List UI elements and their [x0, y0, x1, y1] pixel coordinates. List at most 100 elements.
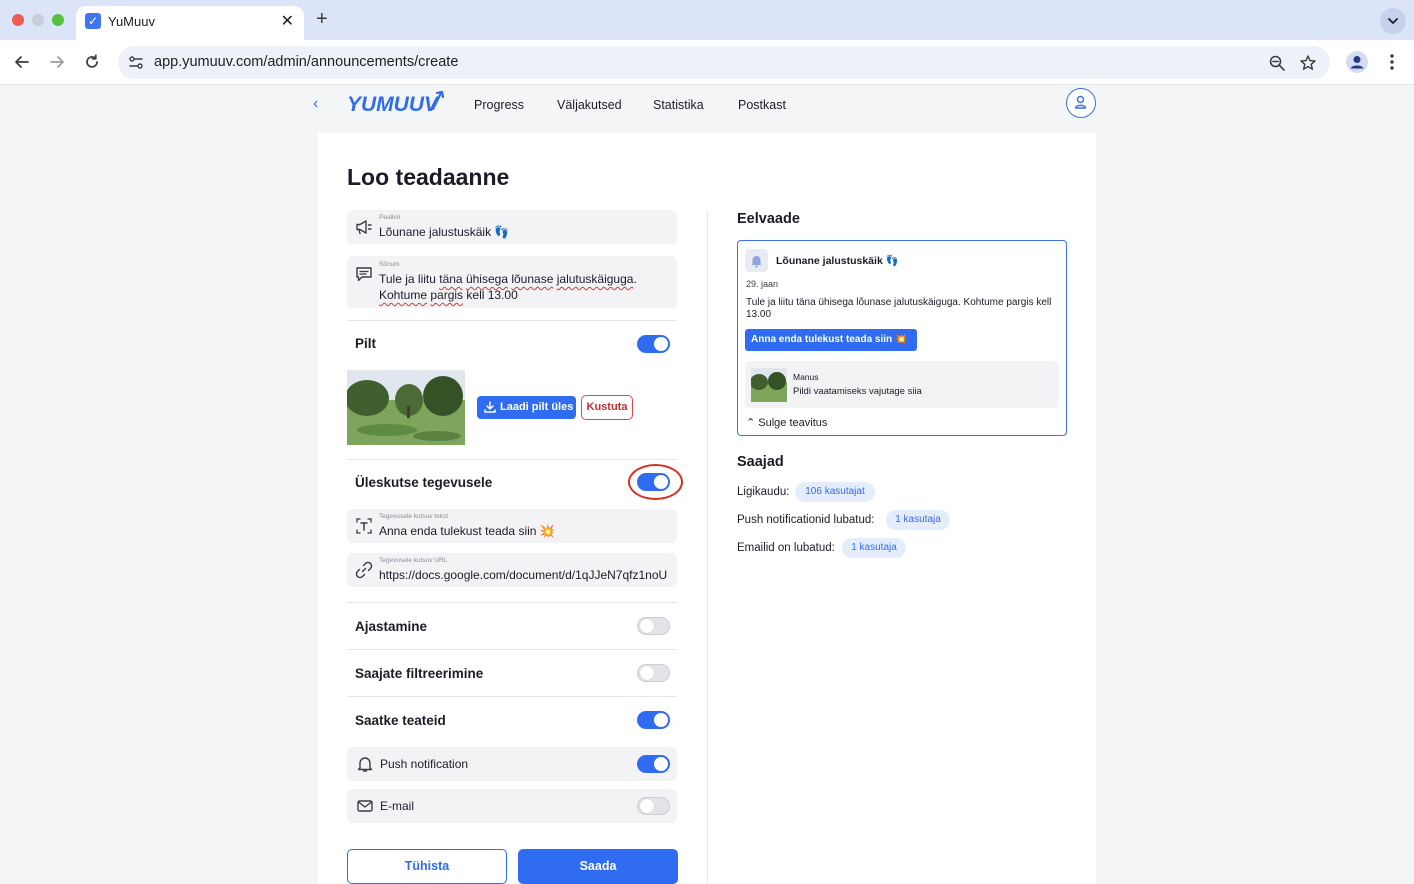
highlight-annotation [628, 464, 683, 500]
push-notification-row: Push notification [347, 747, 677, 781]
scheduling-toggle[interactable] [637, 617, 670, 635]
upload-image-button[interactable]: Laadi pilt üles [477, 396, 576, 419]
browser-tab[interactable]: ✓ YuMuuv ✕ [76, 6, 304, 40]
image-section-label: Pilt [355, 336, 377, 351]
recipients-heading: Saajad [737, 454, 784, 470]
message-field-value[interactable]: Tule ja liitu täna ühisega lõunase jalut… [379, 271, 669, 303]
attachment-title: Manus [793, 372, 819, 382]
back-arrow-icon[interactable] [12, 52, 32, 72]
preview-attachment[interactable]: Manus Pildi vaatamiseks vajutage siia [745, 361, 1059, 408]
tab-search-button[interactable] [1380, 8, 1406, 34]
send-notifications-label: Saatke teateid [355, 713, 446, 728]
cta-url-label: Tegevusele kutsuv URL [379, 557, 448, 564]
cta-url-value[interactable]: https://docs.google.com/document/d/1qJJe… [379, 567, 667, 583]
preview-heading: Eelvaade [737, 211, 800, 227]
cta-url-field[interactable]: Tegevusele kutsuv URL https://docs.googl… [347, 553, 677, 587]
browser-profile-icon[interactable] [1346, 51, 1368, 73]
maximize-window-button[interactable] [52, 14, 64, 26]
download-icon [484, 401, 496, 413]
email-row: E-mail [347, 789, 677, 823]
close-notification-toggle[interactable]: ⌃ Sulge teavitus [746, 416, 827, 429]
address-bar[interactable]: app.yumuuv.com/admin/announcements/creat… [118, 46, 1330, 79]
image-toggle[interactable] [637, 335, 670, 353]
upload-image-label: Laadi pilt üles [500, 401, 574, 413]
recipients-approx-chip: 106 kasutajat [795, 482, 875, 502]
email-label: E-mail [380, 799, 415, 813]
push-allowed-chip: 1 kasutaja [886, 510, 950, 530]
delete-image-button[interactable]: Kustuta [581, 395, 633, 420]
svg-text:YUMUUV: YUMUUV [347, 93, 440, 115]
link-icon [355, 561, 373, 579]
send-button[interactable]: Saada [518, 849, 678, 884]
minimize-window-button[interactable] [32, 14, 44, 26]
page-title: Loo teadaanne [347, 164, 510, 190]
chevron-down-icon [1388, 18, 1398, 24]
nav-progress[interactable]: Progress [474, 98, 524, 112]
bookmark-star-icon[interactable] [1299, 54, 1317, 72]
favicon-icon: ✓ [85, 13, 101, 29]
message-icon [356, 267, 372, 282]
title-field[interactable]: Pealkiri Lõunane jalustuskäik 👣 [347, 210, 677, 244]
cta-section-label: Üleskutse tegevusele [355, 475, 493, 490]
nav-statistics[interactable]: Statistika [653, 98, 704, 112]
image-thumbnail [347, 370, 465, 445]
send-notifications-toggle[interactable] [637, 711, 670, 729]
back-link-icon[interactable]: ‹ [313, 95, 318, 113]
nav-inbox[interactable]: Postkast [738, 98, 786, 112]
mail-icon [357, 800, 373, 812]
section-divider [347, 320, 677, 321]
section-divider [347, 459, 677, 460]
bell-icon [357, 757, 373, 772]
zoom-icon[interactable] [1268, 54, 1286, 72]
filtering-toggle[interactable] [637, 664, 670, 682]
url-text[interactable]: app.yumuuv.com/admin/announcements/creat… [154, 54, 458, 70]
recipients-approx-label: Ligikaudu: [737, 486, 790, 498]
push-notification-toggle[interactable] [637, 755, 670, 773]
reload-icon[interactable] [82, 52, 102, 72]
email-toggle[interactable] [637, 797, 670, 815]
email-allowed-chip: 1 kasutaja [842, 538, 906, 558]
preview-title: Lõunane jalustuskäik 👣 [776, 255, 899, 267]
site-settings-icon[interactable] [127, 54, 145, 72]
push-notification-label: Push notification [380, 757, 469, 771]
chevron-up-icon: ⌃ [746, 417, 756, 429]
email-allowed-label: Emailid on lubatud: [737, 542, 835, 554]
attachment-thumbnail [751, 368, 787, 402]
message-field[interactable]: Sõnum Tule ja liitu täna ühisega lõunase… [347, 256, 677, 308]
forward-arrow-icon[interactable] [47, 52, 67, 72]
preview-cta-button[interactable]: Anna enda tulekust teada siin 💥 [745, 329, 917, 351]
tab-title: YuMuuv [108, 14, 155, 29]
cta-text-label: Tegevusele kutsuv tekst [379, 513, 449, 520]
preview-date: 29. jaan [746, 279, 779, 289]
cta-text-value[interactable]: Anna enda tulekust teada siin 💥 [379, 523, 555, 539]
cta-text-field[interactable]: Tegevusele kutsuv tekst Anna enda tuleku… [347, 509, 677, 543]
megaphone-icon [356, 220, 372, 235]
close-notification-label: Sulge teavitus [758, 417, 828, 429]
scheduling-label: Ajastamine [355, 619, 428, 634]
user-menu-button[interactable] [1066, 88, 1096, 118]
section-divider [347, 696, 677, 697]
yumuuv-logo[interactable]: YUMUUV [347, 87, 447, 115]
column-divider [707, 211, 708, 884]
message-field-label: Sõnum [379, 261, 400, 268]
close-window-button[interactable] [12, 14, 24, 26]
text-icon [356, 518, 372, 534]
filtering-label: Saajate filtreerimine [355, 666, 484, 681]
preview-message: Tule ja liitu täna ühisega lõunase jalut… [746, 297, 1052, 320]
bell-icon [745, 249, 768, 272]
close-tab-icon[interactable]: ✕ [281, 11, 294, 31]
browser-menu-icon[interactable] [1389, 52, 1395, 72]
cancel-button[interactable]: Tühista [347, 849, 507, 884]
push-allowed-label: Push notificationid lubatud: [737, 514, 875, 526]
section-divider [347, 602, 677, 603]
browser-toolbar: app.yumuuv.com/admin/announcements/creat… [0, 40, 1414, 85]
title-field-value[interactable]: Lõunane jalustuskäik 👣 [379, 224, 509, 240]
preview-cta-label: Anna enda tulekust teada siin 💥 [751, 334, 908, 345]
browser-tabbar: ✓ YuMuuv ✕ + [0, 0, 1414, 40]
notification-preview: Lõunane jalustuskäik 👣 29. jaan Tule ja … [737, 240, 1067, 436]
attachment-subtitle: Pildi vaatamiseks vajutage siia [793, 386, 922, 397]
new-tab-icon[interactable]: + [316, 8, 328, 31]
nav-challenges[interactable]: Väljakutsed [557, 98, 622, 112]
section-divider [347, 649, 677, 650]
title-field-label: Pealkiri [379, 214, 401, 221]
